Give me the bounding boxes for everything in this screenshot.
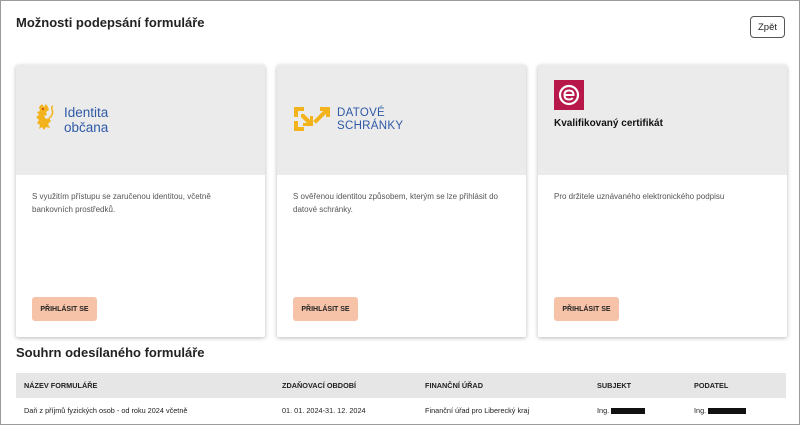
card-description: S využitím přístupu se zaručenou identit… — [32, 192, 211, 214]
card-identita-obcana: Identita občana S využitím přístupu se z… — [16, 65, 265, 337]
logo-line-2: SCHRÁNKY — [337, 120, 404, 132]
redacted-block — [708, 408, 747, 415]
period-cell: 01. 01. 2024-31. 12. 2024 — [282, 406, 366, 415]
column-header: NÁZEV FORMULÁŘE — [24, 381, 98, 390]
summary-table: NÁZEV FORMULÁŘE ZDAŇOVACÍ OBDOBÍ FINANČN… — [16, 373, 786, 423]
login-button-datove-schranky[interactable]: PŘIHLÁSIT SE — [293, 297, 358, 321]
table-row: Daň z příjmů fyzických osob - od roku 20… — [16, 398, 786, 423]
card-kvalifikovany-certifikat: Kvalifikovaný certifikát Pro držitele uz… — [538, 65, 787, 337]
card-datove-schranky: DATOVÉ SCHRÁNKY S ověřenou identitou způ… — [277, 65, 526, 337]
card-header: DATOVÉ SCHRÁNKY — [277, 65, 526, 175]
eidentita-icon — [554, 80, 584, 110]
column-header: ZDAŇOVACÍ OBDOBÍ — [282, 381, 357, 390]
column-header: SUBJEKT — [597, 381, 632, 390]
column-header: FINANČNÍ ÚŘAD — [425, 381, 483, 390]
column-header: PODATEL — [694, 381, 729, 390]
form-name-cell: Daň z příjmů fyzických osob - od roku 20… — [24, 406, 188, 415]
filer-prefix: Ing. — [694, 406, 707, 415]
office-cell: Finanční úřad pro Liberecký kraj — [425, 406, 530, 415]
card-description: Pro držitele uznávaného elektronického p… — [554, 192, 725, 201]
card-header: Kvalifikovaný certifikát — [538, 65, 787, 175]
lion-icon — [36, 104, 54, 130]
sign-options: Identita občana S využitím přístupu se z… — [16, 65, 787, 337]
card-description: S ověřenou identitou způsobem, kterým se… — [293, 192, 498, 214]
card-title: Kvalifikovaný certifikát — [554, 118, 663, 129]
datove-schranky-logo-text: DATOVÉ SCHRÁNKY — [337, 107, 403, 133]
card-header: Identita občana — [16, 65, 265, 175]
identita-logo-text: Identita občana — [64, 105, 108, 135]
back-button[interactable]: Zpět — [750, 16, 785, 38]
table-header: NÁZEV FORMULÁŘE ZDAŇOVACÍ OBDOBÍ FINANČN… — [16, 373, 786, 398]
login-button-identita[interactable]: PŘIHLÁSIT SE — [32, 297, 97, 321]
datove-schranky-icon — [294, 107, 330, 131]
logo-line-1: Identita — [64, 105, 109, 120]
login-button-certifikat[interactable]: PŘIHLÁSIT SE — [554, 297, 619, 321]
logo-line-2: občana — [64, 120, 109, 135]
page-title: Možnosti podepsání formuláře — [16, 15, 205, 30]
summary-title: Souhrn odesílaného formuláře — [16, 345, 205, 360]
logo-line-1: DATOVÉ — [337, 107, 386, 119]
filer-cell: Ing. — [694, 406, 786, 415]
subject-prefix: Ing. — [597, 406, 610, 415]
subject-cell: Ing. — [597, 406, 694, 415]
redacted-block — [611, 408, 646, 415]
